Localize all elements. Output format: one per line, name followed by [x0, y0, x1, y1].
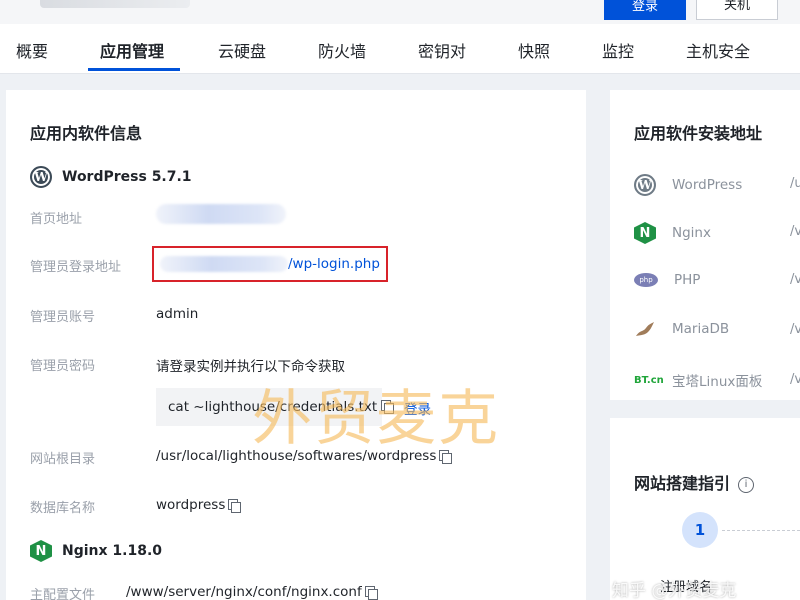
- login-instance-link[interactable]: 登录: [404, 398, 431, 418]
- nginx-config-row: /www/server/nginx/conf/nginx.conf: [126, 584, 378, 600]
- active-tab-indicator: [88, 68, 180, 71]
- admin-login-url-link[interactable]: /wp-login.php: [288, 256, 380, 272]
- install-item-name: 宝塔Linux面板: [672, 374, 763, 390]
- install-item-path: /u: [790, 176, 800, 191]
- install-item-name: WordPress: [672, 177, 743, 193]
- site-guide-title: 网站搭建指引 i: [634, 470, 755, 494]
- db-name-label: 数据库名称: [30, 501, 96, 516]
- install-item-path: /v: [790, 272, 800, 287]
- tab-cloud-disk[interactable]: 云硬盘: [218, 38, 266, 62]
- php-icon: php: [634, 273, 658, 287]
- bt-panel-icon: BT.cn: [634, 374, 664, 386]
- install-item-path: /v: [790, 224, 800, 239]
- copy-icon[interactable]: [364, 585, 378, 600]
- install-item-nginx: N Nginx: [634, 222, 711, 244]
- install-item-name: MariaDB: [672, 321, 730, 337]
- wordpress-icon: W: [30, 166, 52, 188]
- step-connector: [722, 530, 800, 531]
- credentials-command: cat ~lighthouse/credentials.txt: [168, 399, 378, 415]
- site-guide-panel: 网站搭建指引 i: [610, 418, 800, 600]
- site-root-row: /usr/local/lighthouse/softwares/wordpres…: [156, 448, 453, 464]
- tab-snapshots[interactable]: 快照: [518, 38, 550, 62]
- db-name-value: wordpress: [156, 497, 226, 513]
- wordpress-header: W WordPress 5.7.1: [30, 166, 192, 188]
- blurred-instance-name: [40, 0, 190, 8]
- copy-icon[interactable]: [439, 449, 453, 464]
- admin-account-value: admin: [156, 306, 199, 322]
- nginx-icon: N: [30, 540, 52, 562]
- tab-overview[interactable]: 概要: [16, 38, 48, 62]
- wordpress-version: WordPress 5.7.1: [62, 169, 192, 185]
- nginx-config-value: /www/server/nginx/conf/nginx.conf: [126, 584, 362, 600]
- admin-password-hint: 请登录实例并执行以下命令获取: [156, 359, 345, 375]
- tab-bar: 概要 应用管理 云硬盘 防火墙 密钥对 快照 监控 主机安全: [0, 24, 800, 74]
- app-software-info-panel: 应用内软件信息 W WordPress 5.7.1 首页地址 管理员登录地址 /…: [6, 90, 586, 600]
- install-item-path: /v: [790, 372, 800, 387]
- tab-host-security[interactable]: 主机安全: [686, 38, 750, 62]
- nginx-version: Nginx 1.18.0: [62, 543, 163, 559]
- home-url-label: 首页地址: [30, 212, 83, 227]
- blurred-home-url: [156, 204, 286, 224]
- nginx-header: N Nginx 1.18.0: [30, 540, 162, 562]
- copy-icon[interactable]: [228, 498, 242, 513]
- login-button[interactable]: 登录: [604, 0, 686, 20]
- tab-key-pairs[interactable]: 密钥对: [418, 38, 466, 62]
- step-number: 1: [682, 512, 718, 548]
- site-guide-title-text: 网站搭建指引: [634, 474, 731, 493]
- install-item-name: PHP: [674, 272, 701, 288]
- home-url-value[interactable]: [156, 204, 286, 224]
- tab-app-management[interactable]: 应用管理: [100, 38, 164, 62]
- site-root-label: 网站根目录: [30, 452, 96, 467]
- install-item-wordpress: W WordPress: [634, 174, 742, 196]
- install-item-path: /v: [790, 322, 800, 337]
- wordpress-icon: W: [634, 174, 656, 196]
- info-icon[interactable]: i: [738, 476, 755, 493]
- credentials-command-box: cat ~lighthouse/credentials.txt: [156, 388, 382, 426]
- top-toolbar: 登录 关机: [0, 0, 800, 24]
- copy-icon[interactable]: [381, 400, 394, 414]
- install-item-mariadb: MariaDB: [634, 320, 729, 338]
- shutdown-button[interactable]: 关机: [696, 0, 778, 20]
- mariadb-icon: [636, 322, 654, 336]
- tab-monitoring[interactable]: 监控: [602, 38, 634, 62]
- install-paths-panel: 应用软件安装地址 W WordPress /u N Nginx /v php P…: [610, 90, 800, 400]
- install-item-bt-panel: BT.cn 宝塔Linux面板: [634, 370, 762, 390]
- install-paths-title: 应用软件安装地址: [634, 124, 763, 143]
- zhihu-watermark: 知乎 @外贸麦克: [612, 581, 737, 600]
- panel-title: 应用内软件信息: [30, 124, 143, 143]
- admin-password-label: 管理员密码: [30, 359, 96, 374]
- blurred-domain: [160, 256, 288, 272]
- nginx-icon: N: [634, 222, 656, 244]
- site-root-value: /usr/local/lighthouse/softwares/wordpres…: [156, 448, 437, 464]
- tab-firewall[interactable]: 防火墙: [318, 38, 366, 62]
- admin-account-label: 管理员账号: [30, 310, 96, 325]
- install-item-php: php PHP: [634, 272, 700, 288]
- nginx-config-label: 主配置文件: [30, 588, 96, 600]
- install-item-name: Nginx: [672, 225, 711, 241]
- admin-login-url-highlight[interactable]: /wp-login.php: [152, 246, 388, 282]
- admin-login-label: 管理员登录地址: [30, 260, 122, 275]
- db-name-row: wordpress: [156, 497, 242, 513]
